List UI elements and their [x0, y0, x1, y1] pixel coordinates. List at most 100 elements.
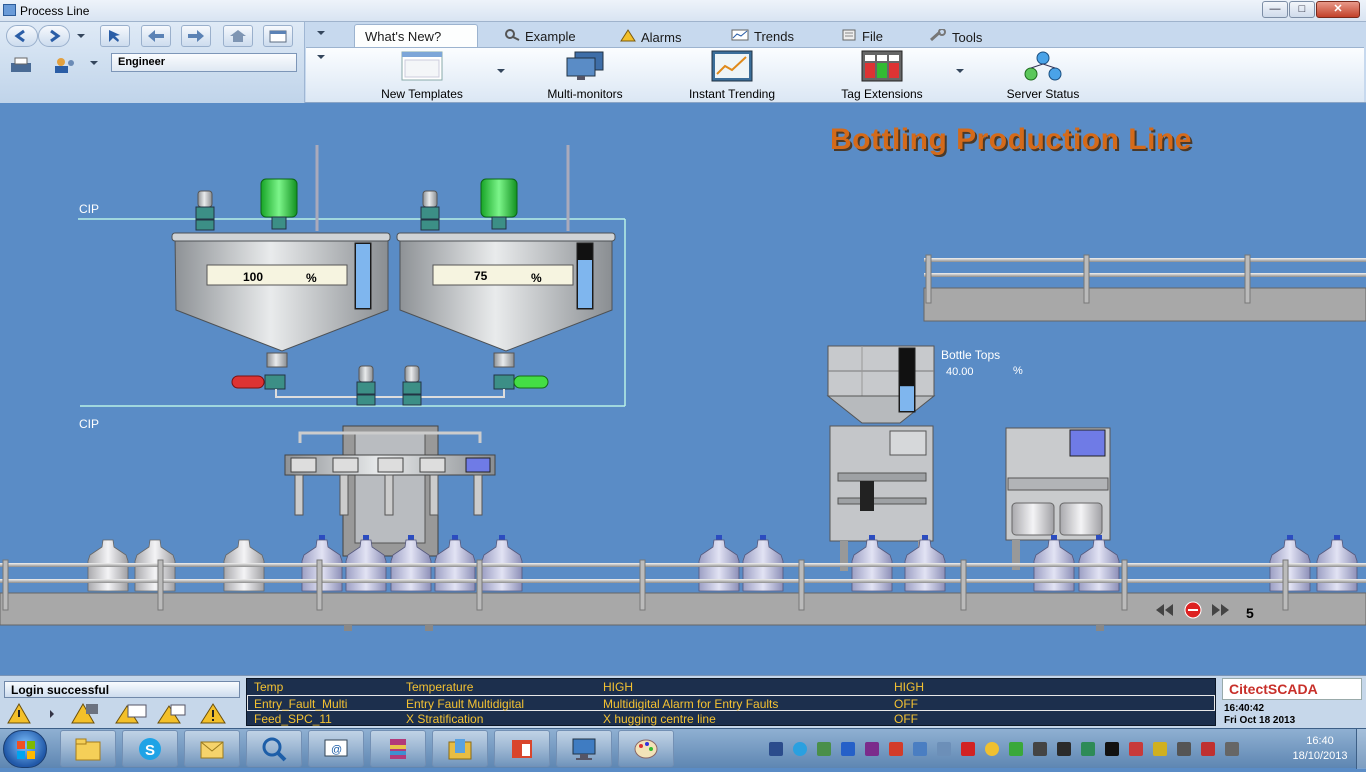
- tray-misc-icon[interactable]: [1225, 742, 1239, 756]
- alarm-display-icon[interactable]: [115, 704, 147, 724]
- page-forward-icon[interactable]: [181, 25, 211, 47]
- cursor-icon[interactable]: [100, 25, 130, 47]
- alarm-warning-icon[interactable]: [7, 703, 31, 724]
- taskbar-paint[interactable]: [618, 730, 674, 767]
- mixer-motor-2[interactable]: [480, 178, 518, 218]
- tab-tools[interactable]: Tools: [919, 25, 992, 47]
- status-message: Login successful: [4, 681, 240, 698]
- alarm-status-bar: Login successful Temp Temperature HIGH H…: [0, 675, 1366, 728]
- tank-2[interactable]: [396, 145, 616, 390]
- alarm-print-icon[interactable]: [157, 704, 186, 724]
- tab-alarms[interactable]: Alarms: [610, 25, 691, 47]
- tab-whats-new[interactable]: What's New?: [354, 24, 478, 48]
- alarm-row[interactable]: Temp Temperature HIGH HIGH: [247, 679, 1215, 695]
- taskbar-winrar[interactable]: [370, 730, 426, 767]
- alarm-acknowledge-icon[interactable]: [200, 703, 226, 724]
- tank-2-outlet-valve[interactable]: [513, 375, 549, 389]
- taskbar-computer[interactable]: [556, 730, 612, 767]
- user-switch-icon[interactable]: [50, 53, 80, 75]
- taskbar-email[interactable]: @: [308, 730, 364, 767]
- tray-b-icon[interactable]: [769, 742, 783, 756]
- new-templates-button[interactable]: New Templates: [372, 50, 472, 101]
- taskbar-office[interactable]: [494, 730, 550, 767]
- print-icon[interactable]: [6, 53, 36, 75]
- taskbar-clock[interactable]: 16:40 18/10/2013: [1290, 734, 1350, 764]
- tray-puzzle-icon[interactable]: [889, 742, 903, 756]
- tray-volume-icon[interactable]: [1201, 742, 1215, 756]
- show-desktop-button[interactable]: [1356, 729, 1366, 769]
- taskbar-outlook[interactable]: [184, 730, 240, 767]
- computer-icon: [572, 738, 596, 760]
- history-dropdown-icon[interactable]: [77, 34, 85, 38]
- minimize-button[interactable]: —: [1262, 1, 1288, 18]
- taskbar-folder[interactable]: [432, 730, 488, 767]
- alarm-row[interactable]: Feed_SPC_11 X Stratification X hugging c…: [247, 711, 1215, 727]
- tray-display-icon[interactable]: [1105, 742, 1119, 756]
- expand-arrow-icon[interactable]: [50, 710, 54, 718]
- process-graphic: Bottling Production Line CIP CIP 100 % 7…: [0, 103, 1366, 675]
- fast-forward-icon[interactable]: [1212, 604, 1229, 616]
- svg-text:@: @: [331, 744, 342, 756]
- tray-battery-icon[interactable]: [1153, 742, 1167, 756]
- tab-file[interactable]: File: [831, 25, 893, 47]
- bottle-tops-hopper[interactable]: [826, 345, 936, 424]
- user-name-field[interactable]: Engineer: [111, 53, 297, 72]
- button-label: Tag Extensions: [841, 87, 923, 101]
- alarm-tag: Temp: [254, 680, 284, 694]
- tag-extensions-dropdown-icon[interactable]: [956, 69, 964, 73]
- tray-q-icon[interactable]: [1081, 742, 1095, 756]
- tab-trends[interactable]: Trends: [721, 25, 804, 47]
- tray-shield-icon[interactable]: [817, 742, 831, 756]
- tab-example[interactable]: Example: [494, 25, 586, 47]
- templates-dropdown-icon[interactable]: [497, 69, 505, 73]
- window-titlebar: Process Line — □ ✕: [0, 0, 1366, 22]
- start-button[interactable]: [3, 730, 47, 768]
- alarm-row-selected[interactable]: Entry_Fault_Multi Entry Fault Multidigit…: [247, 695, 1215, 711]
- tray-check-icon[interactable]: [1009, 742, 1023, 756]
- tray-graph-icon[interactable]: [865, 742, 879, 756]
- tray-film-icon[interactable]: [1057, 742, 1071, 756]
- taskbar-explorer[interactable]: [60, 730, 116, 767]
- tray-pdf-icon[interactable]: [961, 742, 975, 756]
- skype-icon: S: [139, 738, 161, 760]
- page-back-icon[interactable]: [141, 25, 171, 47]
- tray-bluetooth-icon[interactable]: [841, 742, 855, 756]
- process-mimic: [0, 145, 1366, 631]
- tank-1-outlet-valve[interactable]: [231, 375, 265, 389]
- home-icon[interactable]: [223, 25, 253, 47]
- tag-extensions-button[interactable]: Tag Extensions: [832, 50, 932, 101]
- tray-network-icon[interactable]: [1177, 742, 1191, 756]
- alarm-description: X hugging centre line: [603, 712, 716, 726]
- taskbar-search[interactable]: [246, 730, 302, 767]
- tray-monitor-icon[interactable]: [913, 742, 927, 756]
- close-button[interactable]: ✕: [1316, 1, 1360, 18]
- server-status-button[interactable]: Server Status: [993, 50, 1093, 101]
- multi-monitors-button[interactable]: Multi-monitors: [535, 50, 635, 101]
- tank-1-level-fill: [356, 244, 370, 308]
- tray-smile-icon[interactable]: [985, 742, 999, 756]
- tray-skype-icon[interactable]: [793, 742, 807, 756]
- rewind-icon[interactable]: [1156, 604, 1173, 616]
- instant-trending-button[interactable]: Instant Trending: [681, 50, 783, 101]
- button-label: Instant Trending: [688, 87, 776, 101]
- forward-circle-icon[interactable]: [38, 25, 70, 47]
- tray-music-icon[interactable]: [1033, 742, 1047, 756]
- maximize-button[interactable]: □: [1289, 1, 1315, 18]
- window-icon[interactable]: [263, 25, 293, 47]
- filler-machine[interactable]: [284, 425, 496, 557]
- taskbar-date: 18/10/2013: [1292, 750, 1348, 762]
- stop-icon[interactable]: [1184, 601, 1202, 619]
- tray-flag-icon[interactable]: [1129, 742, 1143, 756]
- toolbar-area: Engineer What's New? Example Alarms Tren…: [0, 22, 1366, 103]
- mixer-motor-1[interactable]: [260, 178, 298, 218]
- taskbar-skype[interactable]: S: [122, 730, 178, 767]
- tray-tool-icon[interactable]: [937, 742, 951, 756]
- user-dropdown-icon[interactable]: [90, 61, 98, 65]
- ribbon-menu-dropdown-icon[interactable]: [317, 31, 325, 35]
- alarm-summary-icon[interactable]: [71, 703, 98, 724]
- tank-1[interactable]: [171, 145, 391, 390]
- active-alarm-list: Temp Temperature HIGH HIGH Entry_Fault_M…: [246, 678, 1216, 726]
- tag-extension-icon: [861, 50, 903, 82]
- back-circle-icon[interactable]: [6, 25, 38, 47]
- ribbon-body-dropdown-icon[interactable]: [317, 55, 325, 59]
